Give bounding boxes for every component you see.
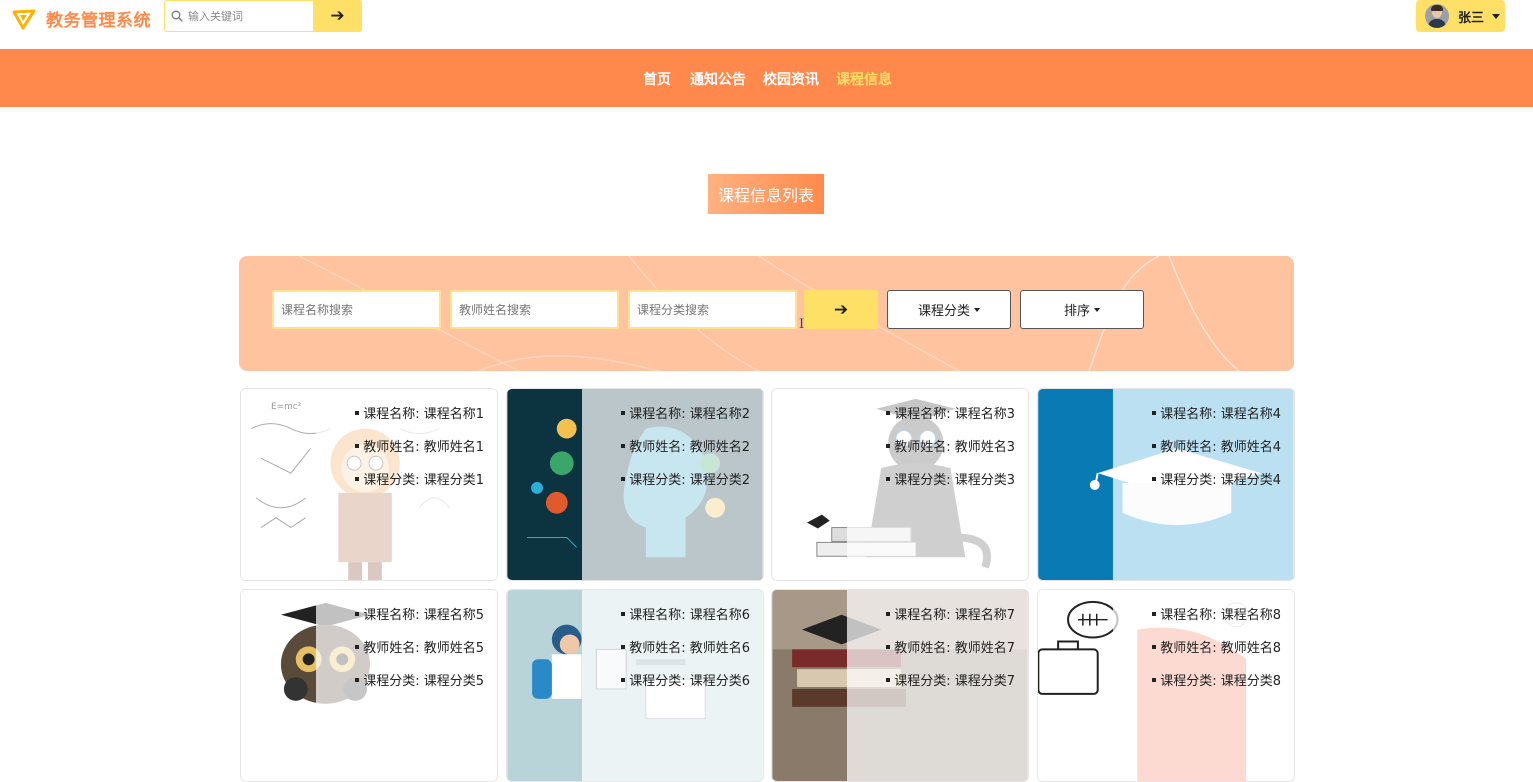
course-name: 课程名称: 课程名称7 (886, 608, 1015, 641)
course-info: 课程名称: 课程名称2 教师姓名: 教师姓名2 课程分类: 课程分类2 (621, 407, 750, 506)
nav-item-courses[interactable]: 课程信息 (836, 69, 892, 89)
teacher-name-search-input[interactable]: 教师姓名搜索 (450, 290, 619, 329)
course-name: 课程名称: 课程名称2 (621, 407, 750, 440)
teacher-name: 教师姓名: 教师姓名7 (886, 641, 1015, 674)
course-info: 课程名称: 课程名称1 教师姓名: 教师姓名1 课程分类: 课程分类1 (355, 407, 484, 506)
top-bar: 教务管理系统 输入关键词 ➔ 张三 (0, 0, 1533, 49)
course-card[interactable]: 课程名称: 课程名称6 教师姓名: 教师姓名6 课程分类: 课程分类6 (506, 589, 764, 782)
course-info: 课程名称: 课程名称4 教师姓名: 教师姓名4 课程分类: 课程分类4 (1152, 407, 1281, 506)
course-info: 课程名称: 课程名称5 教师姓名: 教师姓名5 课程分类: 课程分类5 (355, 608, 484, 707)
course-category: 课程分类: 课程分类5 (355, 674, 484, 707)
course-info: 课程名称: 课程名称7 教师姓名: 教师姓名7 课程分类: 课程分类7 (886, 608, 1015, 707)
svg-text:E=mc²: E=mc² (271, 402, 301, 412)
course-name: 课程名称: 课程名称3 (886, 407, 1015, 440)
course-category: 课程分类: 课程分类7 (886, 674, 1015, 707)
course-name: 课程名称: 课程名称6 (621, 608, 750, 641)
sort-dropdown[interactable]: 排序 (1020, 290, 1144, 329)
nav-item-campus-news[interactable]: 校园资讯 (763, 69, 819, 89)
search-panel: 课程名称搜索 教师姓名搜索 课程分类搜索 ➔ 课程分类 排序 (239, 256, 1294, 371)
course-name-search-input[interactable]: 课程名称搜索 (272, 290, 441, 329)
top-search-button[interactable]: ➔ (313, 0, 362, 32)
text-cursor-icon: I (799, 317, 805, 332)
category-dropdown-label: 课程分类 (917, 304, 970, 319)
logo[interactable]: 教务管理系统 (12, 6, 151, 31)
course-card[interactable]: 课程名称: 课程名称4 教师姓名: 教师姓名4 课程分类: 课程分类4 (1037, 388, 1295, 581)
chevron-down-icon (1492, 13, 1501, 19)
course-info: 课程名称: 课程名称3 教师姓名: 教师姓名3 课程分类: 课程分类3 (886, 407, 1015, 506)
category-search-input[interactable]: 课程分类搜索 (628, 290, 797, 329)
top-search-input[interactable]: 输入关键词 (164, 0, 313, 32)
teacher-name: 教师姓名: 教师姓名2 (621, 440, 750, 473)
teacher-name: 教师姓名: 教师姓名4 (1152, 440, 1281, 473)
sort-dropdown-label: 排序 (1063, 304, 1090, 319)
teacher-name: 教师姓名: 教师姓名1 (355, 440, 484, 473)
top-search: 输入关键词 ➔ (164, 0, 362, 32)
logo-icon (12, 9, 36, 29)
user-name: 张三 (1458, 10, 1485, 26)
course-name: 课程名称: 课程名称1 (355, 407, 484, 440)
teacher-name: 教师姓名: 教师姓名3 (886, 440, 1015, 473)
course-category: 课程分类: 课程分类8 (1152, 674, 1281, 707)
teacher-name: 教师姓名: 教师姓名8 (1152, 641, 1281, 674)
teacher-name: 教师姓名: 教师姓名5 (355, 641, 484, 674)
category-dropdown[interactable]: 课程分类 (887, 290, 1011, 329)
page-title: 课程信息列表 (708, 174, 824, 214)
course-card[interactable]: 课程名称: 课程名称8 教师姓名: 教师姓名8 课程分类: 课程分类8 (1037, 589, 1295, 782)
avatar (1425, 4, 1449, 28)
user-menu-button[interactable]: 张三 (1416, 0, 1505, 32)
course-category: 课程分类: 课程分类3 (886, 473, 1015, 506)
main-nav: 首页 通知公告 校园资讯 课程信息 (0, 49, 1533, 107)
course-name: 课程名称: 课程名称4 (1152, 407, 1281, 440)
course-category: 课程分类: 课程分类2 (621, 473, 750, 506)
teacher-name: 教师姓名: 教师姓名6 (621, 641, 750, 674)
course-card[interactable]: E=mc² 课程名称: 课程名称1 教师姓名: 教师姓名1 课程分类: 课程分类… (240, 388, 498, 581)
course-name: 课程名称: 课程名称8 (1152, 608, 1281, 641)
top-search-placeholder: 输入关键词 (188, 10, 243, 23)
course-info: 课程名称: 课程名称8 教师姓名: 教师姓名8 课程分类: 课程分类8 (1152, 608, 1281, 707)
search-submit-button[interactable]: ➔ (804, 290, 878, 329)
chevron-down-icon (1094, 307, 1100, 312)
course-category: 课程分类: 课程分类6 (621, 674, 750, 707)
course-card[interactable]: 课程名称: 课程名称5 教师姓名: 教师姓名5 课程分类: 课程分类5 (240, 589, 498, 782)
course-card[interactable]: 课程名称: 课程名称2 教师姓名: 教师姓名2 课程分类: 课程分类2 (506, 388, 764, 581)
course-card[interactable]: 课程名称: 课程名称3 教师姓名: 教师姓名3 课程分类: 课程分类3 (771, 388, 1029, 581)
course-category: 课程分类: 课程分类1 (355, 473, 484, 506)
course-name: 课程名称: 课程名称5 (355, 608, 484, 641)
chevron-down-icon (974, 307, 980, 312)
search-icon (171, 10, 183, 22)
course-info: 课程名称: 课程名称6 教师姓名: 教师姓名6 课程分类: 课程分类6 (621, 608, 750, 707)
course-card[interactable]: 课程名称: 课程名称7 教师姓名: 教师姓名7 课程分类: 课程分类7 (771, 589, 1029, 782)
nav-item-home[interactable]: 首页 (643, 69, 671, 89)
app-title: 教务管理系统 (46, 11, 151, 31)
course-category: 课程分类: 课程分类4 (1152, 473, 1281, 506)
nav-item-notices[interactable]: 通知公告 (690, 69, 746, 89)
